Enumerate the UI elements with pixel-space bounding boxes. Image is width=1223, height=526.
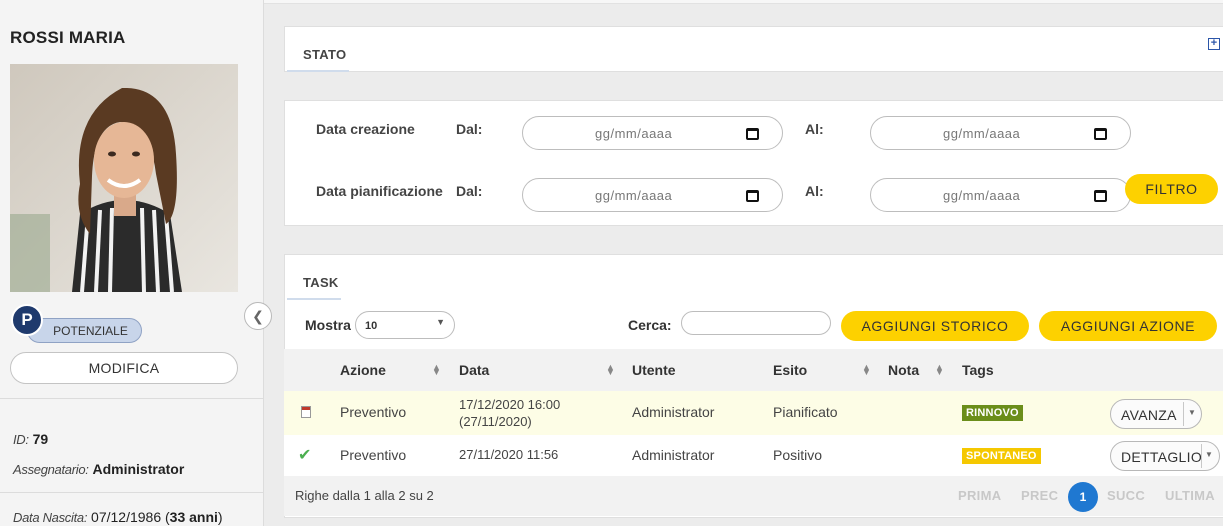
creation-to-input[interactable]: gg/mm/aaaa bbox=[870, 116, 1131, 150]
pager-first[interactable]: PRIMA bbox=[958, 488, 1001, 503]
cell-esito: Positivo bbox=[773, 447, 823, 463]
sort-icon[interactable]: ▲ ▼ bbox=[862, 363, 871, 377]
cell-azione: Preventivo bbox=[340, 404, 407, 420]
date-placeholder: gg/mm/aaaa bbox=[943, 187, 1021, 203]
column-header-nota[interactable]: Nota bbox=[888, 362, 919, 378]
date-placeholder: gg/mm/aaaa bbox=[595, 187, 673, 203]
birth-value: 07/12/1986 bbox=[91, 509, 162, 525]
chevron-left-icon: ❮ bbox=[252, 307, 264, 324]
detail-button[interactable]: DETTAGLIO ▼ bbox=[1110, 441, 1220, 471]
profile-initial-badge: P bbox=[11, 304, 43, 336]
tag-badge: SPONTANEO bbox=[962, 448, 1041, 464]
person-name: ROSSI MARIA bbox=[10, 28, 126, 47]
show-entries-select[interactable]: 10 ▼ bbox=[355, 311, 455, 339]
planning-to-input[interactable]: gg/mm/aaaa bbox=[870, 178, 1131, 212]
rows-info: Righe dalla 1 alla 2 su 2 bbox=[295, 488, 434, 503]
divider bbox=[1183, 402, 1184, 426]
advance-button-label: AVANZA bbox=[1121, 407, 1177, 423]
add-history-button[interactable]: AGGIUNGI STORICO bbox=[841, 311, 1029, 341]
id-label: ID: bbox=[13, 432, 29, 447]
age-close: ) bbox=[217, 509, 223, 525]
show-entries-value: 10 bbox=[365, 320, 378, 332]
divider bbox=[0, 492, 264, 493]
birth-label: Data Nascita: bbox=[13, 510, 88, 525]
column-header-esito[interactable]: Esito bbox=[773, 362, 807, 378]
pager-page-current[interactable]: 1 bbox=[1068, 482, 1098, 512]
cell-data: 27/11/2020 11:56 bbox=[459, 447, 559, 462]
cell-esito: Pianificato bbox=[773, 404, 838, 420]
advance-button[interactable]: AVANZA ▼ bbox=[1110, 399, 1202, 429]
tab-underline bbox=[287, 70, 349, 72]
id-value: 79 bbox=[32, 431, 49, 447]
filter-panel: Data creazione Dal: gg/mm/aaaa Al: gg/mm… bbox=[284, 100, 1223, 226]
creation-from-label: Dal: bbox=[456, 121, 483, 137]
column-header-utente[interactable]: Utente bbox=[632, 362, 676, 378]
add-action-button[interactable]: AGGIUNGI AZIONE bbox=[1039, 311, 1217, 341]
date-placeholder: gg/mm/aaaa bbox=[943, 125, 1021, 141]
tag-badge: RINNOVO bbox=[962, 405, 1023, 421]
column-header-data[interactable]: Data bbox=[459, 362, 489, 378]
profile-photo bbox=[10, 64, 238, 292]
table-row[interactable]: Preventivo 17/12/2020 16:00 (27/11/2020)… bbox=[284, 391, 1223, 435]
expand-icon[interactable]: + bbox=[1208, 38, 1220, 50]
collapse-sidebar-button[interactable]: ❮ bbox=[244, 302, 272, 330]
chevron-down-icon[interactable]: ▼ bbox=[1205, 450, 1213, 459]
calendar-icon[interactable] bbox=[746, 128, 759, 140]
birth-row: Data Nascita: 07/12/1986 (33 anni) bbox=[13, 509, 223, 525]
calendar-icon bbox=[301, 406, 311, 418]
check-icon: ✔ bbox=[298, 447, 312, 464]
cell-azione: Preventivo bbox=[340, 447, 407, 463]
assignee-label: Assegnatario: bbox=[13, 462, 89, 477]
creation-date-label: Data creazione bbox=[316, 121, 415, 137]
search-label: Cerca: bbox=[628, 317, 672, 333]
sort-icon[interactable]: ▲ ▼ bbox=[606, 363, 615, 377]
cell-data-secondary: (27/11/2020) bbox=[459, 414, 532, 429]
chevron-down-icon: ▼ bbox=[436, 317, 445, 327]
table-footer: Righe dalla 1 alla 2 su 2 PRIMA PREC 1 S… bbox=[284, 476, 1223, 516]
edit-button[interactable]: MODIFICA bbox=[10, 352, 238, 384]
creation-to-label: Al: bbox=[805, 121, 824, 137]
pager-next[interactable]: SUCC bbox=[1107, 488, 1145, 503]
table-row[interactable]: ✔ Preventivo 27/11/2020 11:56 Administra… bbox=[284, 435, 1223, 476]
sort-icon[interactable]: ▲ ▼ bbox=[935, 363, 944, 377]
search-input[interactable] bbox=[681, 311, 831, 335]
divider bbox=[1201, 444, 1202, 468]
calendar-icon[interactable] bbox=[1094, 128, 1107, 140]
column-header-azione[interactable]: Azione bbox=[340, 362, 386, 378]
creation-from-input[interactable]: gg/mm/aaaa bbox=[522, 116, 783, 150]
show-entries-label: Mostra bbox=[305, 317, 351, 333]
cell-utente: Administrator bbox=[632, 404, 715, 420]
column-header-tags: Tags bbox=[962, 362, 994, 378]
chevron-down-icon[interactable]: ▼ bbox=[1188, 408, 1196, 417]
status-badge: POTENZIALE bbox=[27, 318, 142, 343]
planning-to-label: Al: bbox=[805, 183, 824, 199]
assignee-value: Administrator bbox=[92, 461, 185, 477]
assignee-row: Assegnatario: Administrator bbox=[13, 461, 184, 477]
filter-button[interactable]: FILTRO bbox=[1125, 174, 1218, 204]
detail-button-label: DETTAGLIO bbox=[1121, 449, 1203, 465]
age-value: 33 anni bbox=[169, 509, 218, 525]
task-title[interactable]: TASK bbox=[303, 275, 339, 290]
cell-utente: Administrator bbox=[632, 447, 715, 463]
profile-sidebar: ROSSI MARIA P POTENZIALE MODIFICA ID: 79… bbox=[0, 0, 264, 526]
tab-underline bbox=[287, 298, 341, 300]
stato-title[interactable]: STATO bbox=[303, 47, 346, 62]
table-header: Azione ▲ ▼ Data ▲ ▼ Utente Esito ▲ ▼ Nota ▲… bbox=[284, 349, 1223, 391]
pager-prev[interactable]: PREC bbox=[1021, 488, 1058, 503]
pager-last[interactable]: ULTIMA bbox=[1165, 488, 1215, 503]
calendar-icon[interactable] bbox=[1094, 190, 1107, 202]
stato-panel: STATO + bbox=[284, 26, 1223, 72]
sort-icon[interactable]: ▲ ▼ bbox=[432, 363, 441, 377]
planning-from-label: Dal: bbox=[456, 183, 483, 199]
divider bbox=[0, 398, 264, 399]
date-placeholder: gg/mm/aaaa bbox=[595, 125, 673, 141]
planning-date-label: Data pianificazione bbox=[316, 183, 443, 199]
calendar-icon[interactable] bbox=[746, 190, 759, 202]
top-bar bbox=[264, 0, 1223, 4]
planning-from-input[interactable]: gg/mm/aaaa bbox=[522, 178, 783, 212]
cell-data: 17/12/2020 16:00 bbox=[459, 397, 561, 412]
id-row: ID: 79 bbox=[13, 431, 48, 447]
